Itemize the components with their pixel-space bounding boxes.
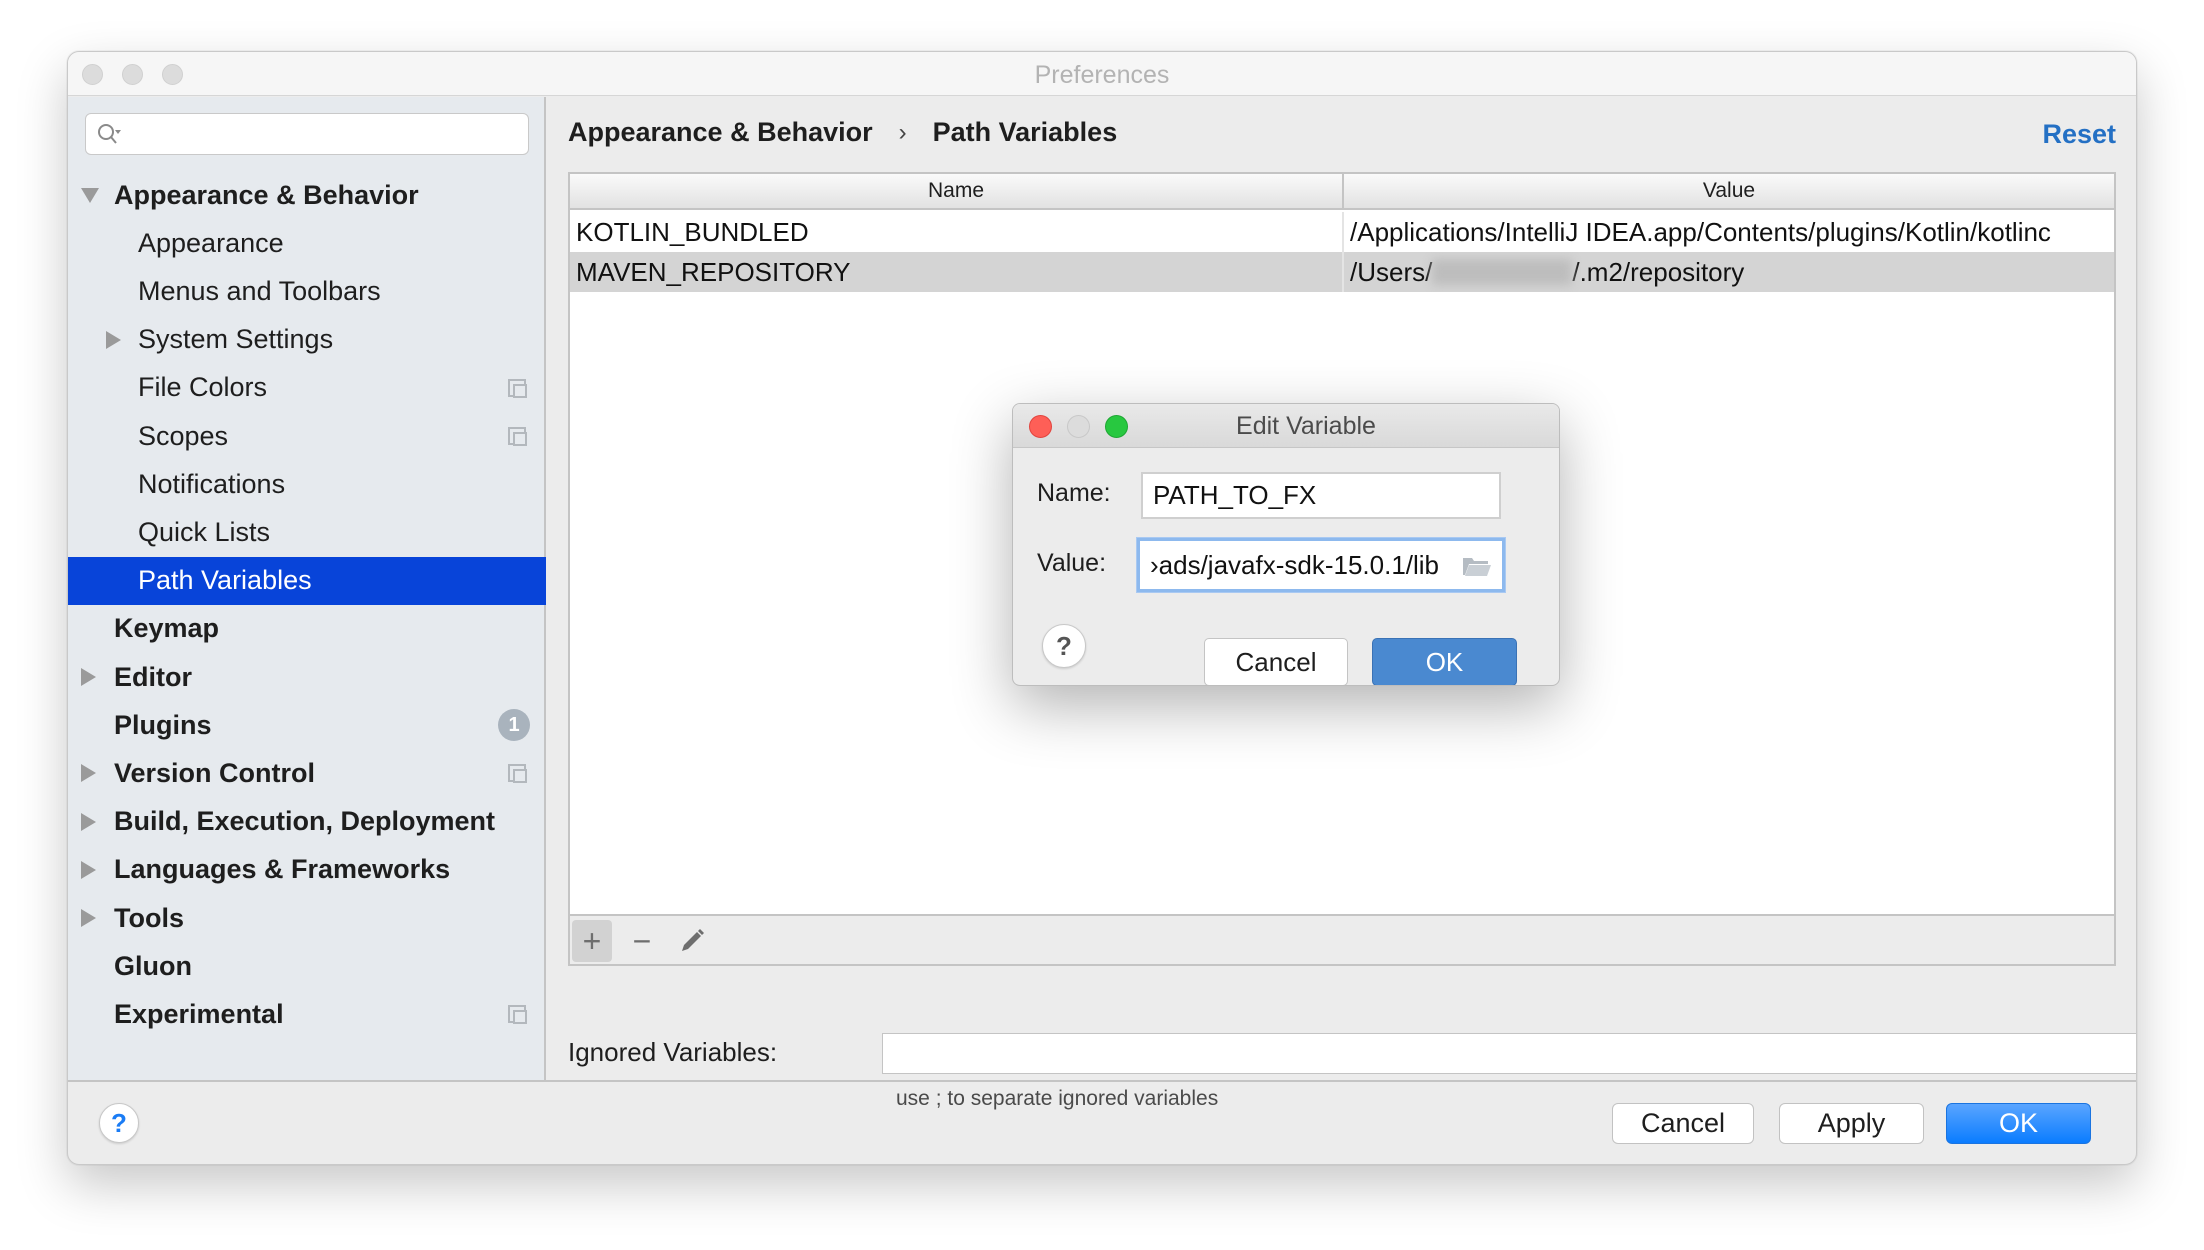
sidebar-item-label: Experimental — [114, 998, 284, 1029]
sidebar-item-label: Scopes — [138, 420, 229, 451]
table-row[interactable]: MAVEN_REPOSITORY /Users/ /.m2/repository — [570, 252, 2114, 292]
breadcrumb-parent: Appearance & Behavior — [568, 117, 873, 147]
add-variable-button[interactable]: + — [572, 920, 612, 962]
minus-icon: − — [632, 922, 652, 959]
sidebar-item-label: Gluon — [114, 950, 192, 981]
window-title: Preferences — [1034, 61, 1170, 89]
variable-value: /Users/ /.m2/repository — [1344, 252, 2114, 292]
chevron-down-icon[interactable] — [81, 187, 99, 203]
dialog-cancel-button[interactable]: Cancel — [1204, 638, 1348, 685]
title-bar: Preferences — [68, 52, 2136, 96]
dialog-help-button[interactable]: ? — [1042, 624, 1086, 668]
chevron-right-icon[interactable] — [81, 860, 96, 879]
sidebar-item-version-control[interactable]: Version Control — [68, 749, 546, 797]
sidebar-item-experimental[interactable]: Experimental — [68, 990, 546, 1038]
sidebar-item-quick-lists[interactable]: Quick Lists — [68, 508, 546, 556]
edit-variable-dialog: Edit Variable Name: PATH_TO_FX Value: ›a… — [1012, 403, 1560, 686]
sidebar-item-label: Menus and Toolbars — [138, 275, 381, 306]
chevron-right-icon[interactable] — [81, 812, 96, 831]
project-level-icon — [508, 378, 527, 398]
settings-sidebar: Appearance & Behavior Appearance Menus and… — [68, 97, 546, 1080]
value-input-text: ›ads/javafx-sdk-15.0.1/lib — [1150, 549, 1440, 580]
breadcrumb: Appearance & Behavior › Path Variables — [568, 117, 1117, 148]
help-button[interactable]: ? — [99, 1103, 139, 1143]
reset-link[interactable]: Reset — [2042, 119, 2116, 150]
project-level-icon — [508, 1005, 527, 1025]
project-level-icon — [508, 427, 527, 446]
redacted-username — [1432, 259, 1573, 285]
sidebar-item-menus-and-toolbars[interactable]: Menus and Toolbars — [68, 267, 546, 315]
dialog-title: Edit Variable — [1236, 412, 1376, 440]
sidebar-item-editor[interactable]: Editor — [68, 653, 546, 701]
sidebar-item-gluon[interactable]: Gluon — [68, 942, 546, 990]
table-row[interactable]: KOTLIN_BUNDLED /Applications/IntelliJ ID… — [570, 212, 2114, 252]
variable-name: KOTLIN_BUNDLED — [570, 212, 1344, 252]
sidebar-item-file-colors[interactable]: File Colors — [68, 364, 546, 412]
footer-divider — [68, 1080, 2136, 1082]
chevron-right-icon[interactable] — [81, 909, 96, 927]
sidebar-item-label: Keymap — [114, 613, 220, 644]
name-input[interactable]: PATH_TO_FX — [1141, 472, 1501, 519]
settings-search-input[interactable] — [85, 113, 529, 155]
chevron-right-icon[interactable] — [81, 668, 96, 686]
table-header: Name Value — [570, 174, 2114, 210]
sidebar-item-label: Version Control — [114, 757, 316, 788]
sidebar-item-languages-frameworks[interactable]: Languages & Frameworks — [68, 846, 546, 894]
variable-value: /Applications/IntelliJ IDEA.app/Contents… — [1350, 216, 2051, 247]
sidebar-item-notifications[interactable]: Notifications — [68, 460, 546, 508]
variable-name: MAVEN_REPOSITORY — [570, 252, 1344, 292]
project-level-icon — [508, 764, 527, 784]
edit-variable-button[interactable] — [672, 920, 712, 962]
column-header-name[interactable]: Name — [570, 174, 1344, 208]
sidebar-item-label: Plugins — [114, 709, 212, 740]
sidebar-item-label: Languages & Frameworks — [114, 854, 451, 885]
sidebar-item-keymap[interactable]: Keymap — [68, 605, 546, 653]
sidebar-item-appearance[interactable]: Appearance — [68, 219, 546, 267]
sidebar-item-tools[interactable]: Tools — [68, 894, 546, 942]
apply-button[interactable]: Apply — [1779, 1103, 1924, 1144]
search-icon — [98, 124, 121, 144]
sidebar-item-build-execution-deployment[interactable]: Build, Execution, Deployment — [68, 798, 546, 846]
sidebar-item-appearance-behavior[interactable]: Appearance & Behavior — [68, 171, 546, 219]
sidebar-item-label: System Settings — [138, 324, 334, 355]
value-suffix: /.m2/repository — [1572, 256, 1745, 287]
sidebar-item-path-variables[interactable]: Path Variables — [68, 556, 546, 605]
sidebar-item-label: Quick Lists — [138, 516, 271, 547]
ignored-variables-hint: use ; to separate ignored variables — [896, 1087, 1219, 1110]
sidebar-item-system-settings[interactable]: System Settings — [68, 316, 546, 364]
chevron-right-icon[interactable] — [81, 764, 96, 783]
plus-icon: + — [582, 922, 602, 959]
ignored-variables-label: Ignored Variables: — [568, 1037, 778, 1067]
value-input[interactable]: ›ads/javafx-sdk-15.0.1/lib — [1137, 538, 1505, 592]
folder-icon[interactable] — [1462, 555, 1492, 577]
sidebar-item-label: File Colors — [138, 372, 268, 403]
update-count-badge: 1 — [498, 709, 530, 742]
sidebar-item-label: Tools — [114, 902, 184, 933]
sidebar-item-label: Notifications — [138, 468, 286, 499]
cancel-button[interactable]: Cancel — [1612, 1103, 1754, 1144]
sidebar-item-label: Appearance — [138, 227, 284, 258]
table-toolbar: + − — [570, 914, 2114, 964]
remove-variable-button[interactable]: − — [622, 920, 662, 962]
column-header-value[interactable]: Value — [1344, 174, 2114, 208]
chevron-right-icon[interactable] — [106, 330, 121, 349]
pencil-icon — [682, 929, 704, 951]
name-label: Name: — [1037, 479, 1111, 507]
sidebar-item-plugins[interactable]: Plugins 1 — [68, 701, 546, 749]
sidebar-item-label: Appearance & Behavior — [114, 179, 419, 210]
dialog-ok-button[interactable]: OK — [1372, 638, 1517, 685]
breadcrumb-separator-icon: › — [898, 118, 907, 146]
help-icon: ? — [1056, 630, 1072, 661]
sidebar-item-scopes[interactable]: Scopes — [68, 412, 546, 460]
ok-button[interactable]: OK — [1946, 1103, 2091, 1144]
sidebar-item-label: Build, Execution, Deployment — [114, 806, 496, 837]
dialog-title-bar: Edit Variable — [1013, 404, 1559, 448]
sidebar-item-label: Editor — [114, 661, 192, 692]
help-icon: ? — [111, 1107, 127, 1138]
value-prefix: /Users/ — [1350, 256, 1433, 287]
sidebar-item-label: Path Variables — [138, 565, 312, 596]
ignored-variables-input[interactable] — [882, 1033, 2136, 1074]
breadcrumb-current: Path Variables — [932, 117, 1118, 147]
value-label: Value: — [1037, 549, 1107, 577]
